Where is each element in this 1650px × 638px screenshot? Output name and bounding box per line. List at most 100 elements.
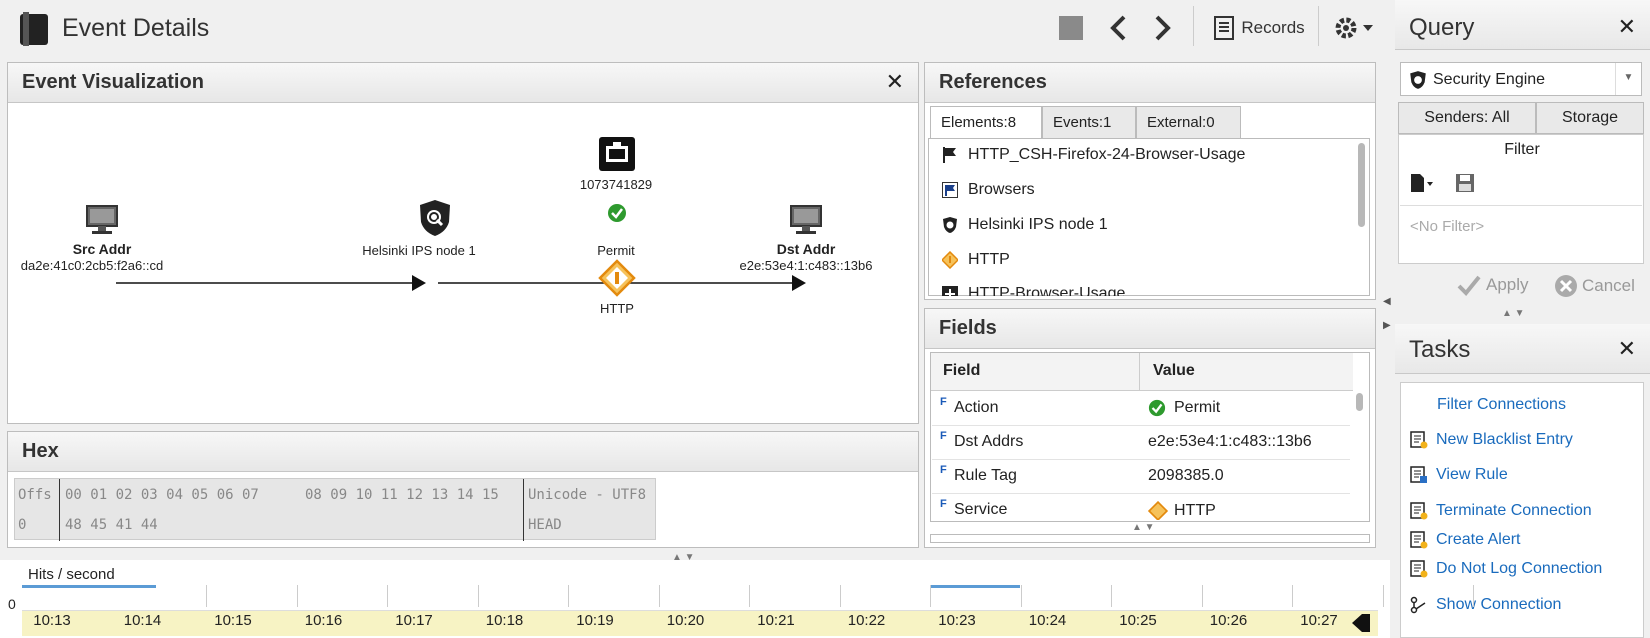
- timeline-gridline: [387, 585, 388, 607]
- records-icon: [1214, 16, 1235, 40]
- permit-icon[interactable]: [607, 203, 627, 223]
- save-icon[interactable]: [1455, 173, 1475, 193]
- cancel-button[interactable]: Cancel: [1554, 274, 1635, 298]
- top-toolbar: Event Details Records: [0, 0, 1395, 58]
- tab-elements[interactable]: Elements:8: [930, 106, 1042, 138]
- field-value: 2098385.0: [1148, 467, 1224, 484]
- tab-senders[interactable]: Senders: All: [1398, 102, 1536, 134]
- list-item[interactable]: HTTP: [942, 251, 1010, 269]
- permit-icon: [1148, 399, 1166, 417]
- timeline-selection: [930, 585, 1020, 588]
- dst-addr-title: Dst Addr: [776, 241, 836, 257]
- list-item[interactable]: HTTP_CSH-Firefox-24-Browser-Usage: [942, 146, 1245, 164]
- connection-icon: [1410, 596, 1426, 614]
- tab-storage[interactable]: Storage: [1536, 102, 1644, 134]
- panel-title: Event Visualization: [22, 71, 204, 93]
- filter-area: Filter <No Filter>: [1398, 134, 1644, 264]
- scrollbar[interactable]: [1358, 143, 1365, 227]
- event-details-icon: [17, 11, 53, 52]
- stop-icon: [1059, 16, 1083, 40]
- flag-icon: [943, 147, 956, 163]
- panel-title: References: [939, 71, 1047, 93]
- list-item[interactable]: HTTP-Browser-Usage: [942, 285, 1125, 296]
- timeline-selection: [22, 585, 156, 588]
- timeline-gridline: [1292, 585, 1293, 607]
- timeline-tick-label: 10:16: [304, 612, 343, 629]
- panel-title: Tasks: [1409, 336, 1471, 363]
- hex-row-bytes: 48 45 41 44: [65, 517, 158, 533]
- previous-button[interactable]: [1103, 10, 1133, 46]
- collapse-right-icon[interactable]: ▶: [1383, 320, 1391, 331]
- task-do-not-log-connection[interactable]: Do Not Log Connection: [1410, 560, 1602, 578]
- tab-label: Senders: All: [1424, 109, 1510, 126]
- timeline-tick-label: 10:26: [1209, 612, 1248, 629]
- field-name: Action: [954, 399, 999, 416]
- task-filter-connections[interactable]: Filter Connections: [1437, 396, 1566, 414]
- flag-group-icon: [942, 182, 958, 198]
- task-new-blacklist-entry[interactable]: New Blacklist Entry: [1410, 431, 1573, 449]
- engine-select[interactable]: Security Engine ▼: [1400, 62, 1642, 96]
- splitter-handle[interactable]: ▲ ▼: [1132, 522, 1155, 533]
- next-button[interactable]: [1148, 10, 1178, 46]
- ips-shield-icon[interactable]: [416, 198, 454, 238]
- close-icon[interactable]: ✕: [1618, 14, 1636, 40]
- field-name: Rule Tag: [954, 467, 1017, 484]
- close-icon[interactable]: ✕: [886, 69, 904, 95]
- task-create-alert[interactable]: Create Alert: [1410, 531, 1520, 549]
- close-icon[interactable]: ✕: [1618, 336, 1636, 362]
- service-icon: [942, 251, 958, 269]
- column-header-field[interactable]: Field: [943, 362, 980, 380]
- stop-button[interactable]: [1055, 10, 1087, 46]
- table-row[interactable]: F Action Permit: [932, 392, 1350, 426]
- event-visualization-panel: Event Visualization ✕ Src Addr da2e:41c0…: [7, 62, 919, 424]
- task-label: Show Connection: [1436, 596, 1562, 613]
- list-item-label: Browsers: [968, 181, 1035, 198]
- shield-icon: [1410, 71, 1426, 89]
- ips-node-label: Helsinki IPS node 1: [362, 243, 476, 258]
- table-row[interactable]: F Rule Tag 2098385.0: [932, 460, 1350, 494]
- timeline-end-marker-icon[interactable]: [1350, 612, 1370, 634]
- computer-icon[interactable]: [85, 204, 119, 236]
- rule-icon: [1410, 466, 1427, 483]
- panel-title: Hex: [22, 440, 59, 462]
- scrollbar[interactable]: [1356, 393, 1363, 411]
- src-addr-title: Src Addr: [72, 241, 132, 257]
- timeline-gridline: [568, 585, 569, 607]
- situation-icon: [942, 286, 958, 296]
- task-label: Create Alert: [1436, 531, 1521, 548]
- task-terminate-connection[interactable]: Terminate Connection: [1410, 502, 1592, 520]
- rule-id-label: 1073741829: [579, 177, 653, 192]
- computer-icon[interactable]: [789, 204, 823, 236]
- new-filter-icon[interactable]: [1409, 173, 1435, 193]
- rule-icon[interactable]: [598, 136, 636, 172]
- tab-events[interactable]: Events:1: [1042, 106, 1136, 138]
- task-view-rule[interactable]: View Rule: [1410, 466, 1508, 484]
- list-item[interactable]: Browsers: [942, 181, 1035, 199]
- filter-input[interactable]: <No Filter>: [1400, 205, 1642, 263]
- records-button[interactable]: Records: [1208, 10, 1308, 46]
- tab-external[interactable]: External:0: [1136, 106, 1241, 138]
- table-row[interactable]: F Service HTTP: [932, 494, 1350, 520]
- settings-menu-button[interactable]: [1328, 10, 1378, 46]
- service-icon[interactable]: [598, 259, 636, 297]
- caret-down-icon: [1363, 25, 1373, 31]
- timeline-tick-label: 10:14: [123, 612, 162, 629]
- check-icon: [1457, 275, 1481, 296]
- field-name: Dst Addrs: [954, 433, 1024, 450]
- task-show-connection[interactable]: Show Connection: [1410, 596, 1561, 614]
- panel-header: Hex: [8, 432, 918, 472]
- nolog-icon: [1410, 560, 1428, 578]
- field-flag-icon: F: [940, 430, 947, 442]
- column-header-value[interactable]: Value: [1153, 362, 1195, 380]
- timeline-tick-label: 10:27: [1300, 612, 1338, 629]
- splitter-handle[interactable]: ▲ ▼: [1502, 308, 1525, 319]
- task-label: Terminate Connection: [1436, 502, 1592, 519]
- field-value: Permit: [1174, 399, 1221, 416]
- collapse-left-icon[interactable]: ◀: [1383, 296, 1391, 307]
- list-item[interactable]: Helsinki IPS node 1: [942, 216, 1108, 234]
- task-label: View Rule: [1436, 466, 1508, 483]
- cancel-label: Cancel: [1582, 276, 1635, 295]
- apply-button[interactable]: Apply: [1456, 274, 1529, 296]
- table-row[interactable]: F Dst Addrs e2e:53e4:1:c483::13b6: [932, 426, 1350, 460]
- apply-label: Apply: [1486, 275, 1529, 294]
